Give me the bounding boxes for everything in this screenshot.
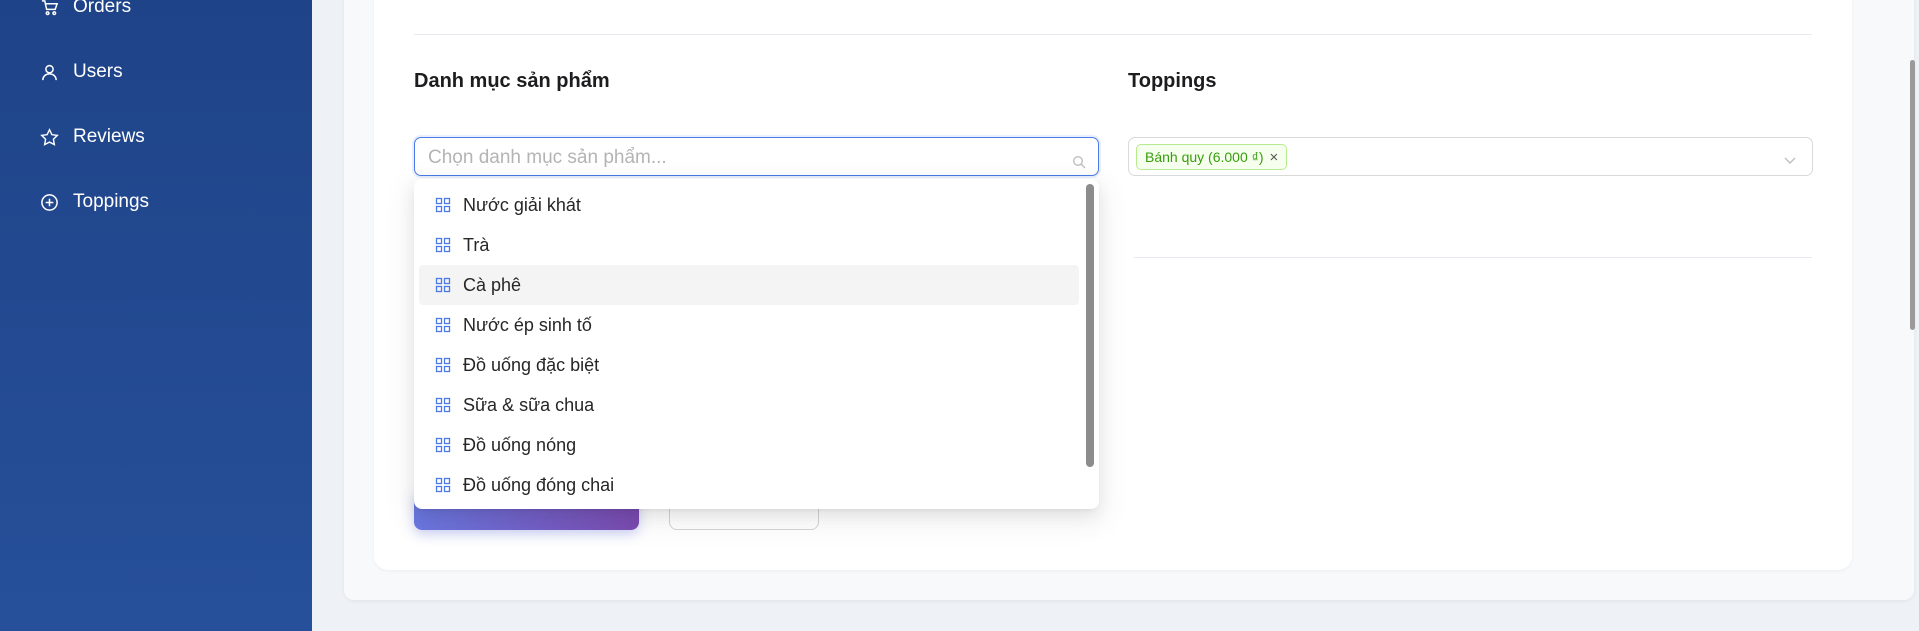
category-placeholder: Chọn danh mục sản phẩm... <box>428 147 667 168</box>
sidebar-item-users[interactable]: Users <box>40 61 123 83</box>
toppings-select[interactable]: Bánh quy (6.000 ₫) × <box>1128 137 1813 176</box>
option-label: Đồ uống đóng chai <box>463 474 615 495</box>
grid-icon <box>435 317 451 333</box>
sidebar: Orders Users Reviews Toppings <box>0 0 312 631</box>
dropdown-option[interactable]: Trà <box>419 225 1079 265</box>
topping-tag: Bánh quy (6.000 ₫) × <box>1136 144 1288 170</box>
divider <box>1134 257 1812 258</box>
chevron-down-icon[interactable] <box>1782 152 1798 168</box>
sidebar-item-label: Reviews <box>73 126 145 147</box>
dropdown-option[interactable]: Đồ uống đặc biệt <box>419 345 1079 385</box>
dropdown-option[interactable]: Nước ép sinh tố <box>419 305 1079 345</box>
user-icon <box>42 64 57 80</box>
topping-tag-label: Bánh quy (6.000 ₫) <box>1145 149 1264 165</box>
dropdown-option[interactable]: Nước giải khát <box>419 185 1079 225</box>
sidebar-item-toppings[interactable]: Toppings <box>40 191 149 213</box>
grid-icon <box>435 277 451 293</box>
grid-icon <box>435 197 451 213</box>
sidebar-item-orders[interactable]: Orders <box>40 0 131 18</box>
dropdown-option[interactable]: Đồ uống nóng <box>419 425 1079 465</box>
category-select[interactable]: Chọn danh mục sản phẩm... <box>414 137 1099 176</box>
plus-circle-icon <box>41 193 58 211</box>
grid-icon <box>435 477 451 493</box>
grid-icon <box>435 397 451 413</box>
grid-icon <box>435 237 451 253</box>
dropdown-scrollbar[interactable] <box>1086 184 1094 467</box>
close-icon[interactable]: × <box>1269 149 1278 166</box>
option-label: Đồ uống đặc biệt <box>463 354 600 375</box>
sidebar-item-reviews[interactable]: Reviews <box>40 126 145 148</box>
option-label: Nước ép sinh tố <box>463 314 592 335</box>
option-label: Nước giải khát <box>463 194 581 215</box>
sidebar-item-label: Toppings <box>73 191 150 212</box>
toppings-label: Toppings <box>1128 70 1217 92</box>
grid-icon <box>435 357 451 373</box>
divider <box>414 34 1812 35</box>
category-label: Danh mục sản phẩm <box>414 70 610 92</box>
star-icon <box>40 127 59 146</box>
dropdown-option[interactable]: Sữa & sữa chua <box>419 385 1079 425</box>
sidebar-item-label: Orders <box>73 0 132 17</box>
option-label: Đồ uống nóng <box>463 434 577 455</box>
option-label: Sữa & sữa chua <box>463 394 595 415</box>
option-label: Trà <box>463 234 490 255</box>
dropdown-option-active[interactable]: Cà phê <box>419 265 1079 305</box>
search-icon <box>1072 155 1086 169</box>
cart-icon <box>41 0 59 15</box>
sidebar-item-label: Users <box>73 61 123 82</box>
grid-icon <box>435 437 451 453</box>
page-scrollbar[interactable] <box>1910 60 1915 330</box>
category-dropdown: Nước giải khát Trà Cà phê Nước ép sinh t… <box>414 179 1099 509</box>
option-label: Cà phê <box>463 274 522 295</box>
dropdown-option[interactable]: Đồ uống đóng chai <box>419 465 1079 505</box>
